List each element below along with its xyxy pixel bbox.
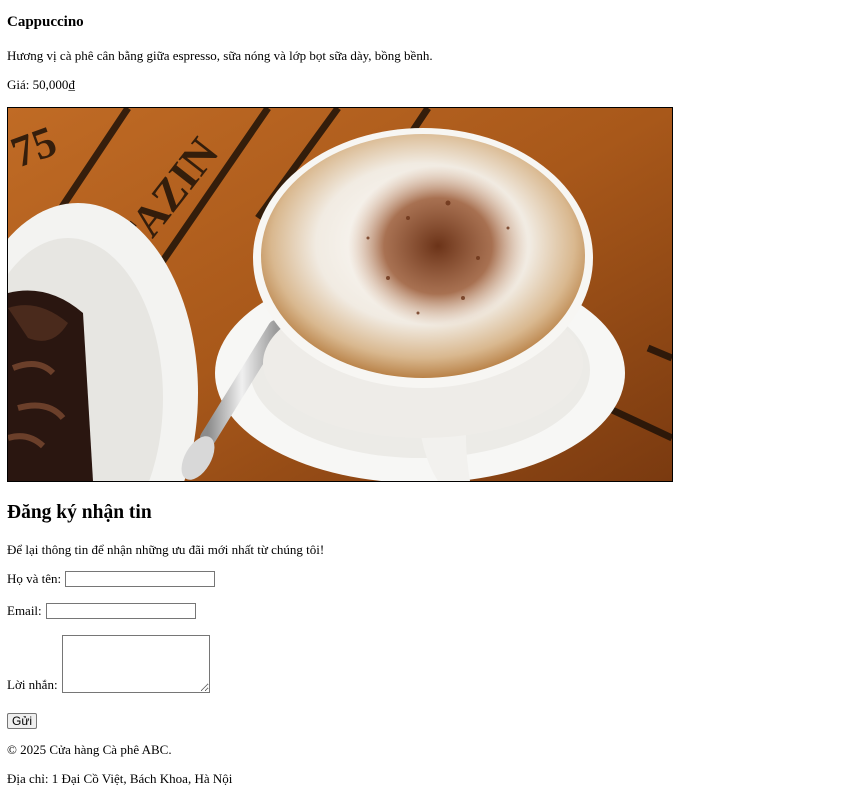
address-text: Địa chỉ: 1 Đại Cồ Việt, Bách Khoa, Hà Nộ… — [7, 771, 233, 786]
message-row: Lời nhắn: — [7, 635, 210, 693]
message-textarea[interactable] — [61, 635, 210, 693]
product-description: Hương vị cà phê cân bằng giữa espresso, … — [7, 48, 433, 63]
newsletter-subtitle: Để lại thông tin để nhận những ưu đãi mớ… — [7, 542, 325, 557]
newsletter-heading: Đăng ký nhận tin — [7, 502, 152, 523]
copyright-text: © 2025 Cửa hàng Cà phê ABC. — [7, 742, 172, 757]
email-label: Email: — [7, 603, 42, 618]
email-row: Email: — [7, 603, 196, 619]
name-label: Họ và tên: — [7, 571, 62, 586]
name-input[interactable] — [65, 571, 216, 587]
cappuccino-photo: FAZIN 75 — [7, 107, 673, 482]
submit-button[interactable]: Gửi — [7, 713, 38, 729]
product-price: Giá: 50,000₫ — [7, 77, 76, 92]
name-row: Họ và tên: — [7, 571, 216, 587]
email-input[interactable] — [45, 603, 196, 619]
product-title: Cappuccino — [7, 14, 84, 30]
message-label: Lời nhắn: — [7, 677, 58, 692]
